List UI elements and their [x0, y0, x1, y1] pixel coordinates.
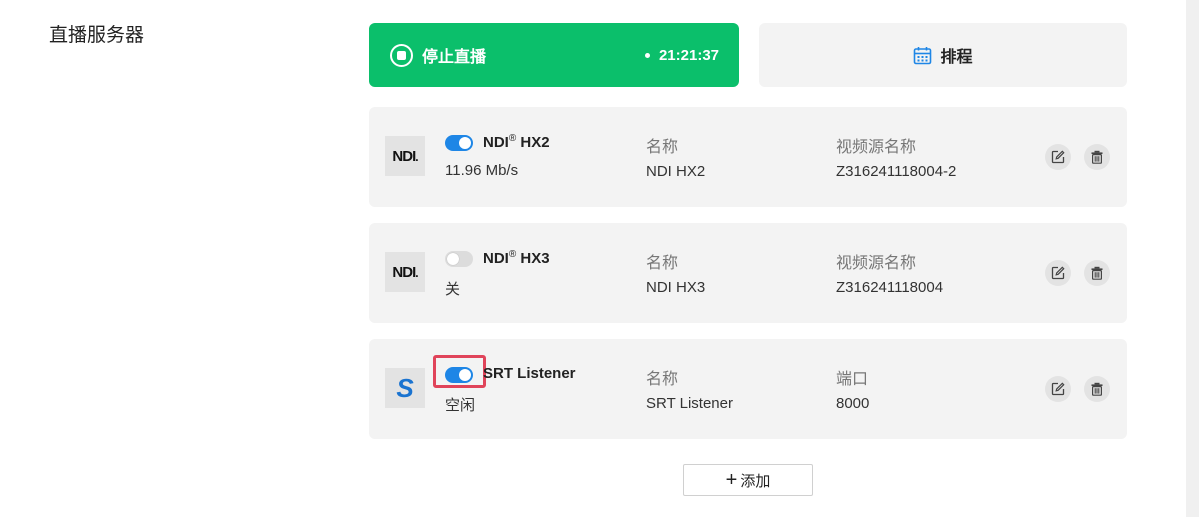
name-value: NDI HX2: [646, 163, 706, 180]
schedule-label: 排程: [940, 49, 973, 66]
delete-button[interactable]: [1084, 376, 1110, 402]
source-name-value: Z316241118004: [836, 279, 944, 296]
edit-button[interactable]: [1045, 144, 1071, 170]
name-label: 名称: [646, 371, 679, 388]
trash-icon: [1091, 266, 1103, 280]
server-status: 11.96 Mb/s: [445, 162, 519, 179]
plus-icon: +: [725, 469, 738, 491]
server-title: NDI® HX2: [483, 133, 550, 151]
trash-icon: [1091, 150, 1103, 164]
edit-icon: [1051, 150, 1065, 164]
port-label: 端口: [836, 371, 869, 388]
stop-icon: [390, 43, 413, 67]
srt-logo-icon: S: [385, 368, 425, 408]
delete-button[interactable]: [1084, 144, 1110, 170]
ndi-logo-icon: NDI.: [385, 136, 425, 176]
section-title: 直播服务器: [49, 25, 145, 46]
server-card-srt-listener: S SRT Listener 空闲 名称 SRT Listener 端口 800…: [369, 339, 1127, 439]
ndi-logo-icon: NDI.: [385, 252, 425, 292]
live-dot-icon: [644, 52, 650, 58]
server-enable-toggle[interactable]: [445, 251, 473, 267]
live-timer: 21:21:37: [644, 46, 719, 64]
edit-icon: [1051, 266, 1065, 280]
server-title: SRT Listener: [483, 365, 576, 382]
server-title: NDI® HX3: [483, 249, 550, 267]
name-label: 名称: [646, 255, 679, 272]
server-status: 空闲: [445, 397, 476, 414]
edit-icon: [1051, 382, 1065, 396]
server-enable-toggle[interactable]: [445, 135, 473, 151]
delete-button[interactable]: [1084, 260, 1110, 286]
trash-icon: [1091, 382, 1103, 396]
source-name-label: 视频源名称: [836, 255, 917, 272]
port-value: 8000: [836, 395, 870, 412]
name-value: NDI HX3: [646, 279, 706, 296]
toggle-highlight: [433, 355, 486, 388]
schedule-button[interactable]: 排程: [759, 23, 1127, 87]
stop-live-button[interactable]: 停止直播 21:21:37: [369, 23, 739, 87]
add-server-button[interactable]: + 添加: [683, 464, 813, 496]
server-status: 关: [445, 281, 461, 298]
source-name-value: Z316241118004-2: [836, 163, 957, 180]
scrollbar[interactable]: [1186, 0, 1199, 517]
server-card-ndi-hx2: NDI. NDI® HX2 11.96 Mb/s 名称 NDI HX2 视频源名…: [369, 107, 1127, 207]
server-card-ndi-hx3: NDI. NDI® HX3 关 名称 NDI HX3 视频源名称 Z316241…: [369, 223, 1127, 323]
live-elapsed: 21:21:37: [658, 46, 719, 64]
name-label: 名称: [646, 139, 679, 156]
top-buttons: 停止直播 21:21:37 排程: [369, 23, 1127, 87]
add-label: 添加: [740, 472, 771, 490]
stop-live-label: 停止直播: [422, 49, 487, 66]
edit-button[interactable]: [1045, 260, 1071, 286]
calendar-icon: [914, 46, 932, 64]
edit-button[interactable]: [1045, 376, 1071, 402]
name-value: SRT Listener: [646, 395, 733, 412]
source-name-label: 视频源名称: [836, 139, 917, 156]
